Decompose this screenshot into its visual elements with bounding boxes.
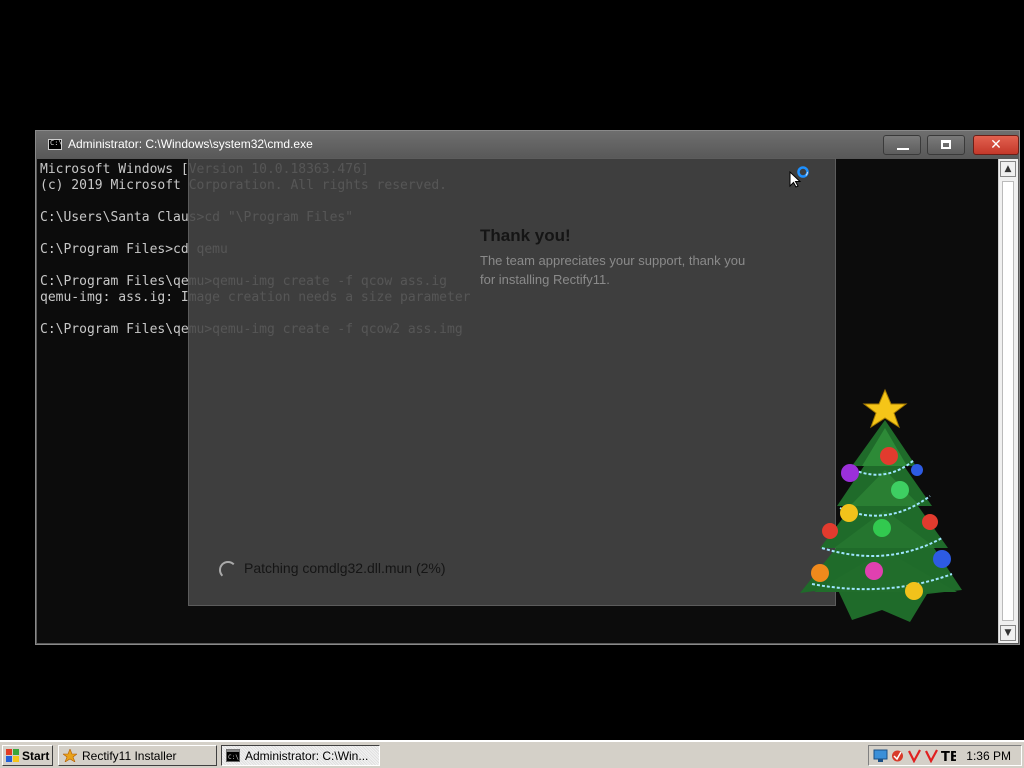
cmd-icon [48, 139, 63, 150]
start-button[interactable]: Start [2, 745, 53, 766]
installer-status: Patching comdlg32.dll.mun (2%) [244, 560, 446, 576]
check-red-icon[interactable] [907, 748, 922, 763]
system-tray: TB 1:36 PM [868, 745, 1022, 766]
taskbar: Start Rectify11 Installer C:\ Administra… [0, 740, 1024, 768]
windows-logo-icon [6, 749, 19, 762]
installer-message: The team appreciates your support, thank… [480, 253, 746, 287]
loading-spinner-icon [219, 561, 237, 579]
cmd-titlebar[interactable]: Administrator: C:\Windows\system32\cmd.e… [36, 131, 1019, 159]
vertical-scrollbar[interactable]: ▲ ▼ [998, 159, 1018, 643]
cmd-icon: C:\ [226, 749, 240, 762]
maximize-button[interactable] [927, 135, 965, 155]
christmas-tree-icon [800, 388, 962, 622]
check-red-icon[interactable] [924, 748, 939, 763]
taskbar-item-rectify-installer[interactable]: Rectify11 Installer [58, 745, 217, 766]
scroll-up-button[interactable]: ▲ [1000, 161, 1016, 177]
close-icon: ✕ [990, 137, 1002, 153]
start-label: Start [22, 749, 50, 763]
busy-cursor-icon [789, 166, 809, 188]
scrollbar-thumb[interactable] [1002, 181, 1014, 621]
scroll-down-button[interactable]: ▼ [1000, 625, 1016, 641]
close-button[interactable]: ✕ [973, 135, 1019, 155]
installer-dialog: Thank you! The team appreciates your sup… [188, 158, 836, 606]
taskbar-item-cmd[interactable]: C:\ Administrator: C:\Win... [221, 745, 380, 766]
svg-text:C:\: C:\ [228, 754, 239, 761]
network-icon[interactable] [873, 748, 888, 763]
clock[interactable]: 1:36 PM [966, 749, 1011, 763]
app-tb-icon[interactable]: TB [941, 748, 956, 763]
shield-icon[interactable] [890, 748, 905, 763]
cmd-window-title: Administrator: C:\Windows\system32\cmd.e… [68, 137, 313, 151]
taskbar-item-label: Rectify11 Installer [82, 749, 177, 763]
minimize-icon [897, 148, 909, 150]
svg-text:TB: TB [941, 750, 956, 763]
minimize-button[interactable] [883, 135, 921, 155]
rectify-icon [63, 749, 77, 762]
taskbar-item-label: Administrator: C:\Win... [245, 749, 369, 763]
maximize-icon [941, 140, 951, 149]
installer-heading: Thank you! [480, 226, 571, 245]
